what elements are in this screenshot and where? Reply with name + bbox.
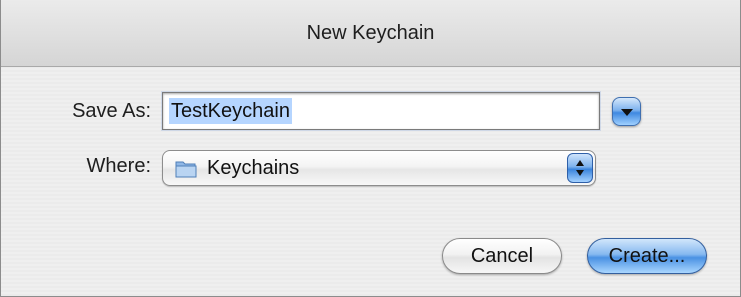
expand-button[interactable] xyxy=(612,97,641,126)
cancel-button[interactable]: Cancel xyxy=(442,238,562,274)
folder-icon xyxy=(175,161,197,178)
create-button[interactable]: Create... xyxy=(587,238,707,274)
save-as-input-value[interactable]: TestKeychain xyxy=(169,98,292,124)
up-down-arrows-icon xyxy=(567,153,593,183)
save-as-input[interactable]: TestKeychain xyxy=(162,92,600,130)
window-title: New Keychain xyxy=(1,0,740,67)
save-as-label: Save As: xyxy=(72,100,151,122)
where-popup-value: Keychains xyxy=(207,157,300,179)
where-label: Where: xyxy=(86,155,151,177)
where-popup[interactable]: Keychains xyxy=(162,150,596,186)
triangle-down-icon xyxy=(621,109,633,116)
new-keychain-dialog: New Keychain Save As: TestKeychain Where… xyxy=(0,0,741,297)
